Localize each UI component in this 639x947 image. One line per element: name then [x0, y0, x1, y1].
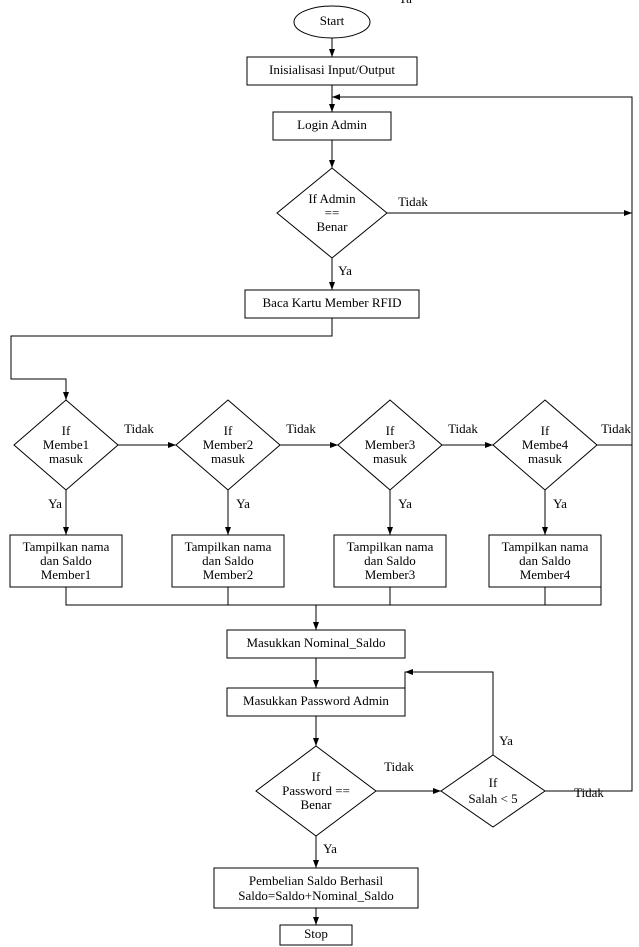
edge-label-pwd-tidak: Tidak [384, 759, 414, 774]
svg-text:Tampilkan nama: Tampilkan nama [185, 539, 272, 554]
label-login: Login Admin [297, 117, 367, 132]
svg-text:Tampilkan nama: Tampilkan nama [347, 539, 434, 554]
label-m3-if: If [386, 423, 395, 438]
svg-text:Pembelian Saldo Berhasil: Pembelian Saldo Berhasil [249, 873, 384, 888]
svg-text:Member4: Member4 [520, 567, 571, 582]
label-rfid: Baca Kartu Member RFID [263, 295, 402, 310]
svg-text:dan Saldo: dan Saldo [364, 553, 416, 568]
svg-text:dan Saldo: dan Saldo [40, 553, 92, 568]
flowchart-diagram: Start Inisialisasi Input/Output Login Ad… [0, 0, 639, 947]
label-admin-3: Benar [316, 219, 348, 234]
svg-text:Tampilkan nama: Tampilkan nama [502, 539, 589, 554]
label-m2-if: If [224, 423, 233, 438]
edge-label-admin-ya: Ya [338, 263, 352, 278]
label-password: Masukkan Password Admin [243, 693, 389, 708]
label-admin-1: If Admin [308, 191, 356, 206]
edge-label-m2-ya: Ya [236, 496, 250, 511]
svg-text:Member1: Member1 [41, 567, 92, 582]
svg-text:Saldo=Saldo+Nominal_Saldo: Saldo=Saldo+Nominal_Saldo [238, 888, 394, 903]
edge-label-m1-tidak: Tidak [124, 421, 154, 436]
edge-label-wrong-ya: Ya [499, 733, 513, 748]
label-init: Inisialisasi Input/Output [269, 62, 395, 77]
label-m1-masuk: masuk [49, 451, 83, 466]
svg-text:Member3: Member3 [365, 567, 416, 582]
edge-label-m2-tidak: Tidak [286, 421, 316, 436]
label-m2-name: Member2 [203, 437, 254, 452]
edge-label-m4-tidak: Tidak [601, 421, 631, 436]
edge-label-wrong-tidak: Tidak [574, 785, 604, 800]
svg-text:Password ==: Password == [282, 783, 350, 798]
label-m1-if: If [62, 423, 71, 438]
label-admin-2: == [325, 205, 340, 220]
svg-text:Salah < 5: Salah < 5 [468, 791, 517, 806]
edge-label-m1-ya: Ya [48, 496, 62, 511]
svg-text:Tampilkan nama: Tampilkan nama [23, 539, 110, 554]
svg-text:dan Saldo: dan Saldo [519, 553, 571, 568]
label-m2-masuk: masuk [211, 451, 245, 466]
label-m4-masuk: masuk [528, 451, 562, 466]
svg-text:If: If [489, 775, 498, 790]
label-m3-name: Member3 [365, 437, 416, 452]
svg-text:Member2: Member2 [203, 567, 254, 582]
edge-label-m3-tidak: Tidak [448, 421, 478, 436]
svg-text:dan Saldo: dan Saldo [202, 553, 254, 568]
label-m3-masuk: masuk [373, 451, 407, 466]
label-stop: Stop [304, 926, 328, 941]
edge-label-m3-ya: Ya [398, 0, 412, 6]
label-start: Start [320, 13, 345, 28]
edge-label-pwd-ya: Ya [323, 841, 337, 856]
label-m1-name: Membe1 [43, 437, 89, 452]
svg-text:Ya: Ya [398, 496, 412, 511]
label-nominal: Masukkan Nominal_Saldo [246, 635, 385, 650]
label-m4-name: Membe4 [522, 437, 569, 452]
svg-text:Benar: Benar [300, 797, 332, 812]
label-m4-if: If [541, 423, 550, 438]
svg-text:If: If [312, 769, 321, 784]
edge-label-m4-ya: Ya [553, 496, 567, 511]
edge-label-admin-tidak: Tidak [398, 194, 428, 209]
